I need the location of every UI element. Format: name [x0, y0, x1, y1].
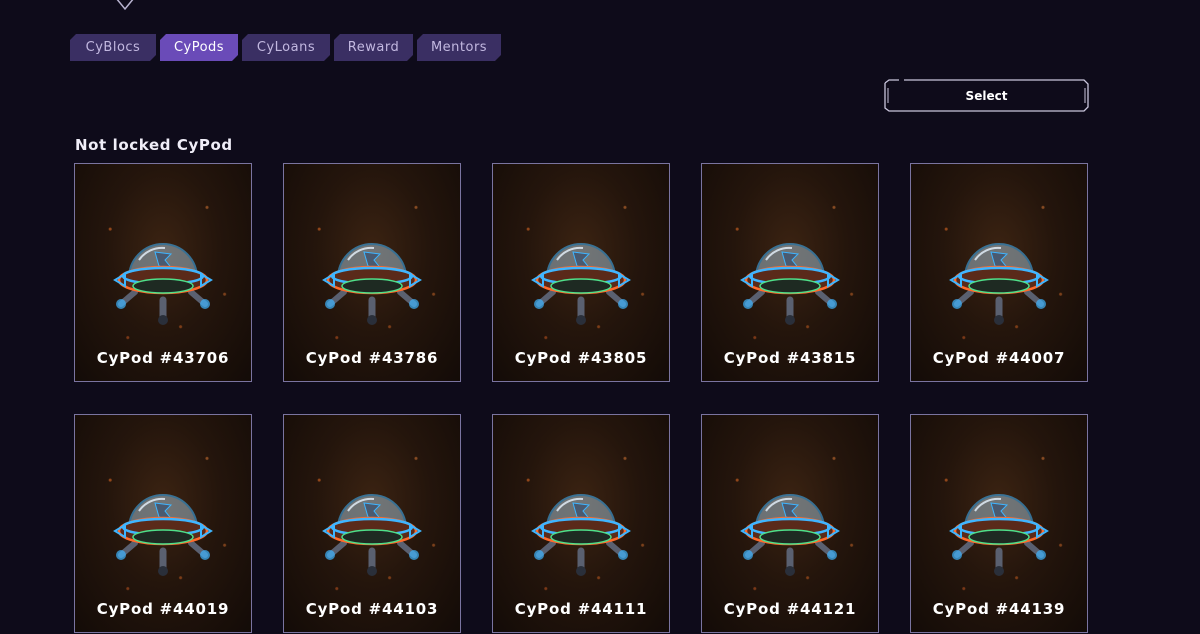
tab-reward[interactable]: Reward [334, 34, 413, 61]
cypod-card[interactable]: CyPod #44007 [910, 163, 1088, 382]
cypod-card[interactable]: CyPod #44103 [283, 414, 461, 633]
cypod-image [941, 481, 1057, 581]
cypod-image [314, 230, 430, 330]
cypod-image [732, 481, 848, 581]
cypod-name: CyPod #44111 [514, 600, 648, 618]
cypod-image [523, 230, 639, 330]
cypod-name: CyPod #44007 [932, 349, 1066, 367]
cypod-image [941, 230, 1057, 330]
section-title: Not locked CyPod [75, 136, 233, 154]
cypod-card[interactable]: CyPod #44019 [74, 414, 252, 633]
cypod-card[interactable]: CyPod #43786 [283, 163, 461, 382]
cypod-card[interactable]: CyPod #44111 [492, 414, 670, 633]
cypod-grid: CyPod #43706 CyPod #43786 CyPod #43805 C… [74, 163, 1088, 633]
cypod-name: CyPod #44139 [932, 600, 1066, 618]
tab-cypods[interactable]: CyPods [160, 34, 238, 61]
tab-cyloans[interactable]: CyLoans [242, 34, 330, 61]
cypod-name: CyPod #44019 [96, 600, 230, 618]
cypod-image [732, 230, 848, 330]
cypod-image [105, 481, 221, 581]
tab-cyblocs[interactable]: CyBlocs [70, 34, 156, 61]
cypod-name: CyPod #43786 [305, 349, 439, 367]
cypod-name: CyPod #43706 [96, 349, 230, 367]
select-button-label: Select [965, 88, 1008, 103]
cypod-card[interactable]: CyPod #43815 [701, 163, 879, 382]
cypod-card[interactable]: CyPod #43805 [492, 163, 670, 382]
cypod-card[interactable]: CyPod #44121 [701, 414, 879, 633]
cypod-image [105, 230, 221, 330]
cypod-card[interactable]: CyPod #44139 [910, 414, 1088, 633]
cypod-name: CyPod #43805 [514, 349, 648, 367]
cypod-name: CyPod #43815 [723, 349, 857, 367]
cypod-image [523, 481, 639, 581]
cypod-image [314, 481, 430, 581]
tab-mentors[interactable]: Mentors [417, 34, 501, 61]
cypod-card[interactable]: CyPod #43706 [74, 163, 252, 382]
cypod-name: CyPod #44121 [723, 600, 857, 618]
select-button[interactable]: Select [884, 79, 1089, 112]
chevron-down-icon[interactable] [114, 0, 136, 12]
cypod-name: CyPod #44103 [305, 600, 439, 618]
tab-bar: CyBlocs CyPods CyLoans Reward Mentors [70, 34, 501, 61]
